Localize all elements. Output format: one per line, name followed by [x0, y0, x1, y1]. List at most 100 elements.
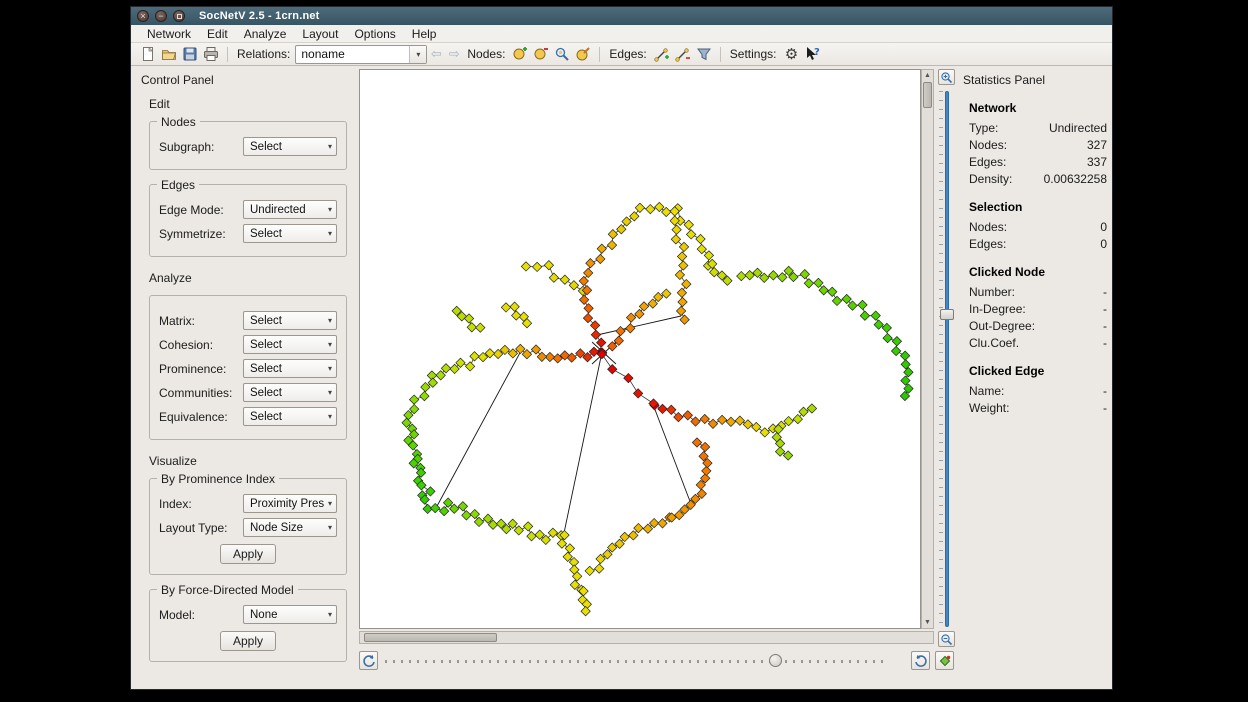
- graph-node[interactable]: [462, 511, 471, 520]
- graph-node[interactable]: [686, 230, 695, 239]
- graph-node[interactable]: [680, 315, 689, 324]
- graph-node[interactable]: [581, 607, 590, 616]
- print-network-button[interactable]: [201, 45, 221, 64]
- menu-layout[interactable]: Layout: [294, 25, 346, 43]
- graph-node[interactable]: [439, 506, 448, 515]
- graph-node[interactable]: [683, 411, 692, 420]
- apply-force-button[interactable]: Apply: [220, 631, 276, 651]
- graph-node[interactable]: [639, 302, 648, 311]
- graph-node[interactable]: [692, 438, 701, 447]
- graph-node[interactable]: [635, 203, 644, 212]
- find-node-button[interactable]: [552, 45, 572, 64]
- graph-node[interactable]: [467, 323, 476, 332]
- graph-node[interactable]: [458, 502, 467, 511]
- canvas-horizontal-scrollbar[interactable]: [359, 631, 934, 644]
- graph-node[interactable]: [626, 324, 635, 333]
- vertical-scroll-thumb[interactable]: [923, 82, 932, 108]
- graph-node[interactable]: [597, 338, 606, 347]
- graph-node[interactable]: [804, 279, 813, 288]
- graph-node[interactable]: [670, 216, 679, 225]
- graph-node[interactable]: [522, 350, 531, 359]
- graph-node[interactable]: [579, 295, 588, 304]
- graph-node[interactable]: [891, 346, 900, 355]
- graph-node[interactable]: [775, 447, 784, 456]
- symmetrize-select[interactable]: Select ▾: [243, 224, 337, 243]
- graph-node[interactable]: [527, 532, 536, 541]
- subgraph-select[interactable]: Select ▾: [243, 137, 337, 156]
- graph-node[interactable]: [629, 531, 638, 540]
- graph-node[interactable]: [421, 382, 430, 391]
- maximize-button[interactable]: [173, 10, 185, 22]
- graph-node[interactable]: [682, 279, 691, 288]
- graph-node[interactable]: [648, 299, 657, 308]
- scroll-up-icon[interactable]: ▲: [922, 70, 933, 81]
- graph-node[interactable]: [819, 286, 828, 295]
- graph-node[interactable]: [858, 300, 867, 309]
- cohesion-select[interactable]: Select▾: [243, 335, 337, 354]
- node-properties-button[interactable]: [573, 45, 593, 64]
- communities-select[interactable]: Select▾: [243, 383, 337, 402]
- zoom-slider-track[interactable]: [945, 91, 949, 627]
- graph-node[interactable]: [560, 275, 569, 284]
- canvas-vertical-scrollbar[interactable]: ▲ ▼: [921, 69, 934, 629]
- graph-node[interactable]: [799, 407, 808, 416]
- graph-node[interactable]: [814, 278, 823, 287]
- graph-node[interactable]: [441, 364, 450, 373]
- graph-node[interactable]: [470, 352, 479, 361]
- graph-node[interactable]: [708, 419, 717, 428]
- rotation-slider-track[interactable]: [385, 660, 883, 663]
- graph-node[interactable]: [745, 271, 754, 280]
- remove-edge-button[interactable]: [673, 45, 693, 64]
- relations-diamond-button[interactable]: [935, 651, 954, 670]
- graph-node[interactable]: [616, 326, 625, 335]
- graph-node[interactable]: [752, 422, 761, 431]
- graph-node[interactable]: [426, 487, 435, 496]
- graph-node[interactable]: [760, 428, 769, 437]
- graph-node[interactable]: [624, 373, 633, 382]
- graph-node[interactable]: [531, 345, 540, 354]
- graph-node[interactable]: [871, 311, 880, 320]
- graph-node[interactable]: [549, 273, 558, 282]
- menu-network[interactable]: Network: [139, 25, 199, 43]
- graph-node[interactable]: [521, 262, 530, 271]
- graph-node[interactable]: [800, 270, 809, 279]
- zoom-in-button[interactable]: [938, 69, 955, 85]
- graph-node[interactable]: [684, 220, 693, 229]
- graph-node[interactable]: [700, 414, 709, 423]
- relations-select[interactable]: noname ▾: [295, 45, 427, 64]
- graph-node[interactable]: [557, 539, 566, 548]
- graph-node[interactable]: [662, 207, 671, 216]
- horizontal-scroll-thumb[interactable]: [364, 633, 497, 642]
- graph-node[interactable]: [677, 252, 686, 261]
- graph-node[interactable]: [783, 451, 792, 460]
- graph-node[interactable]: [675, 270, 684, 279]
- graph-node[interactable]: [691, 417, 700, 426]
- graph-node[interactable]: [679, 261, 688, 270]
- graph-node[interactable]: [828, 287, 837, 296]
- menu-edit[interactable]: Edit: [199, 25, 236, 43]
- scroll-down-icon[interactable]: ▼: [922, 617, 933, 628]
- graph-node[interactable]: [584, 304, 593, 313]
- menu-options[interactable]: Options: [346, 25, 403, 43]
- menu-help[interactable]: Help: [404, 25, 445, 43]
- graph-node[interactable]: [807, 404, 816, 413]
- zoom-slider-handle[interactable]: [940, 309, 954, 320]
- graph-node[interactable]: [717, 415, 726, 424]
- graph-node[interactable]: [633, 389, 642, 398]
- graph-node[interactable]: [476, 323, 485, 332]
- graph-node[interactable]: [622, 217, 631, 226]
- graph-node[interactable]: [532, 262, 541, 271]
- graph-node[interactable]: [784, 416, 793, 425]
- graph-node[interactable]: [585, 566, 594, 575]
- graph-node[interactable]: [470, 509, 479, 518]
- add-node-button[interactable]: [510, 45, 530, 64]
- whats-this-button[interactable]: ?: [802, 45, 822, 64]
- graph-node[interactable]: [516, 344, 525, 353]
- graph-node[interactable]: [702, 466, 711, 475]
- remove-node-button[interactable]: [531, 45, 551, 64]
- graph-node[interactable]: [677, 288, 686, 297]
- graph-node[interactable]: [474, 517, 483, 526]
- graph-node[interactable]: [420, 391, 429, 400]
- minimize-button[interactable]: −: [155, 10, 167, 22]
- menu-analyze[interactable]: Analyze: [236, 25, 295, 43]
